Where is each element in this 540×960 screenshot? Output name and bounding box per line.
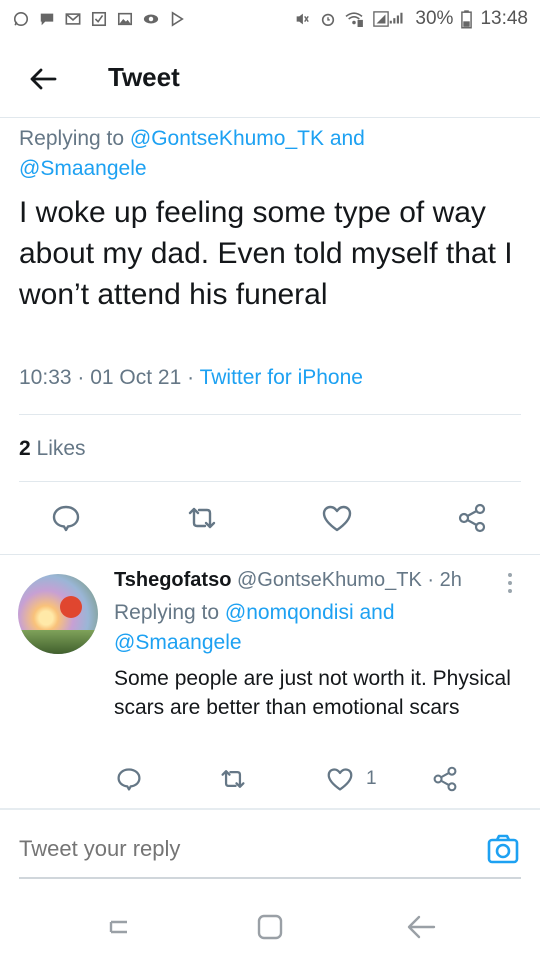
reply-reply-button[interactable] — [116, 764, 142, 794]
mention-link[interactable]: @GontseKhumo_TK — [130, 127, 324, 150]
tweet-actions — [0, 496, 540, 540]
like-icon — [327, 768, 353, 791]
image-icon — [117, 12, 133, 26]
reply-actions: 1 — [0, 762, 540, 796]
avatar-flower — [60, 596, 82, 618]
battery-icon — [461, 9, 473, 28]
like-button[interactable] — [321, 502, 353, 534]
avatar-ground — [18, 630, 98, 654]
share-button[interactable] — [456, 502, 488, 534]
reply-input[interactable] — [19, 836, 439, 862]
header-divider — [0, 117, 540, 118]
retweet-button[interactable] — [186, 502, 218, 534]
share-icon — [433, 766, 457, 792]
notification-icons — [12, 11, 186, 27]
alarm-icon — [322, 13, 335, 27]
reply-like-count: 1 — [366, 768, 377, 789]
back-button[interactable] — [26, 62, 60, 96]
reply-share-button[interactable] — [432, 764, 458, 794]
reply-icon — [52, 505, 80, 532]
reply-replying-to: Replying to @nomqondisi and @Smaangele — [114, 598, 524, 658]
more-options-icon[interactable] — [504, 572, 516, 594]
wifi-icon — [345, 12, 364, 27]
mute-icon — [297, 13, 310, 25]
replying-to: Replying to @GontseKhumo_TK and @Smaange… — [19, 124, 519, 184]
home-icon[interactable] — [253, 910, 287, 944]
back-nav-icon[interactable] — [404, 910, 438, 944]
mention-link[interactable]: @Smaangele — [114, 631, 242, 654]
page-title: Tweet — [108, 62, 180, 92]
share-icon — [458, 503, 486, 533]
arrow-left-icon — [30, 68, 57, 90]
likes-label: Likes — [30, 437, 86, 460]
mention-link[interactable]: @nomqondisi — [225, 601, 354, 624]
tweet-meta: 10:33 · 01 Oct 21 · Twitter for iPhone — [19, 366, 363, 390]
tweet-timestamp: 10:33 · 01 Oct 21 · — [19, 366, 200, 389]
compose-bar — [0, 810, 540, 882]
retweet-icon — [221, 770, 245, 788]
actions-divider — [0, 554, 540, 555]
camera-icon[interactable] — [486, 832, 520, 866]
reply-header: Tshegofatso @GontseKhumo_TK · 2h — [114, 569, 462, 592]
reply-handle-time: @GontseKhumo_TK · 2h — [231, 569, 462, 591]
signal-icon — [373, 11, 403, 27]
avatar[interactable] — [18, 574, 98, 654]
compose-underline — [19, 877, 521, 879]
checkbox-icon — [91, 11, 107, 27]
likes-count[interactable]: 2 Likes — [19, 437, 86, 461]
chat-icon — [40, 13, 54, 26]
gmail-icon — [65, 13, 81, 25]
recent-apps-icon[interactable] — [102, 910, 136, 944]
likes-number: 2 — [19, 437, 31, 460]
clock: 13:48 — [480, 8, 528, 29]
app-header: Tweet — [0, 48, 540, 110]
tweet-text: I woke up feeling some type of way about… — [19, 196, 513, 311]
reply-icon — [117, 768, 141, 791]
reply-button[interactable] — [50, 502, 82, 534]
replying-prefix: Replying to — [19, 127, 130, 150]
like-icon — [322, 505, 352, 532]
eye-icon — [143, 14, 159, 24]
reply-text: Some people are just not worth it. Physi… — [114, 667, 511, 719]
reply-author-name[interactable]: Tshegofatso — [114, 569, 231, 591]
play-store-icon — [171, 11, 184, 27]
replying-and[interactable]: and — [324, 127, 365, 150]
tweet-source-link[interactable]: Twitter for iPhone — [200, 366, 363, 389]
reply-replying-and[interactable]: and — [354, 601, 394, 624]
status-bar: 30% 13:48 — [0, 0, 540, 38]
system-icons: 30% 13:48 — [293, 8, 528, 30]
battery-percent: 30% — [415, 8, 454, 29]
system-nav-bar — [0, 896, 540, 960]
retweet-icon — [188, 507, 216, 529]
reply-retweet-button[interactable] — [219, 764, 247, 794]
whatsapp-icon — [13, 11, 29, 27]
reply-like-button[interactable]: 1 — [326, 764, 377, 794]
reply-replying-prefix: Replying to — [114, 601, 225, 624]
mention-link[interactable]: @Smaangele — [19, 157, 147, 180]
meta-divider — [19, 414, 521, 415]
likes-divider — [19, 481, 521, 482]
